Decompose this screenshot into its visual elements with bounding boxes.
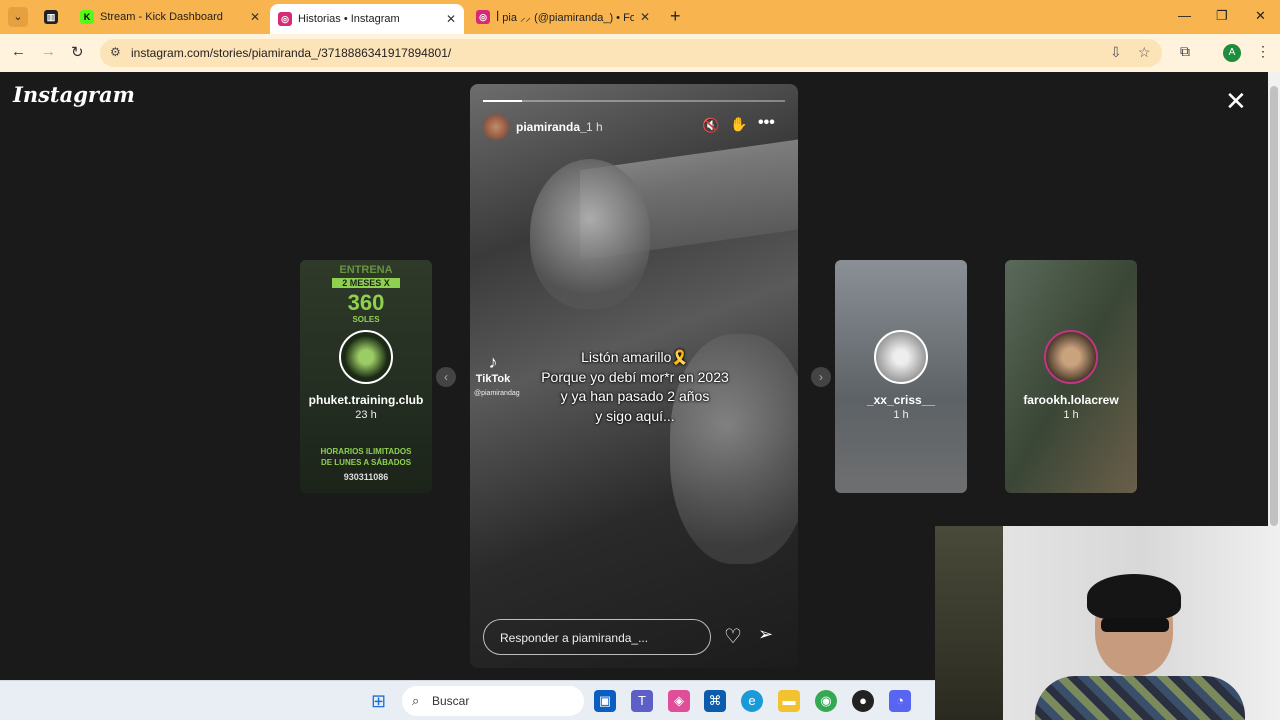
discord-icon[interactable]: ◔ [889, 690, 911, 712]
webcam-background-shelf [935, 526, 1003, 720]
search-placeholder: Buscar [432, 694, 470, 708]
screen: ⌄ ▥ K Stream - Kick Dashboard ✕ ◎ Histor… [0, 0, 1280, 720]
avatar [339, 330, 393, 384]
tab-piamiranda-profile[interactable]: ◎ ꟾ pia ⸝⸝ (@piamiranda_) • Foto ✕ [468, 4, 658, 30]
webcam-person-shirt [1035, 676, 1245, 720]
teams-icon[interactable]: T [631, 690, 653, 712]
story-photo-person [530, 159, 650, 309]
install-app-icon[interactable]: ⇩ [1110, 44, 1122, 61]
caption-line: Listón amarillo🎗️ [581, 349, 689, 365]
copilot-icon[interactable]: ◈ [668, 690, 690, 712]
app-icon: ▥ [44, 10, 58, 24]
taskbar-search[interactable]: ⌕ Buscar [402, 686, 584, 716]
poster-currency: SOLES [352, 315, 380, 324]
pause-icon[interactable]: ✋ [730, 116, 747, 133]
search-icon: ⌕ [412, 693, 420, 708]
tab-instagram-stories[interactable]: ◎ Historias • Instagram ✕ [270, 4, 464, 34]
instagram-icon: ◎ [278, 12, 292, 26]
send-icon[interactable]: ➢ [758, 624, 773, 645]
story-username: farookh.lolacrew [1023, 393, 1119, 407]
browser-tab-bar: ⌄ ▥ K Stream - Kick Dashboard ✕ ◎ Histor… [0, 0, 1280, 34]
menu-icon[interactable]: ⋮ [1256, 43, 1270, 60]
side-story-farookh[interactable]: farookh.lolacrew 1 h [1005, 260, 1137, 493]
obs-icon[interactable]: ● [852, 690, 874, 712]
extensions-icon[interactable]: ⧉ [1180, 43, 1190, 60]
poster-promo: 2 MESES X [332, 278, 400, 288]
kick-icon: K [80, 10, 94, 24]
story-caption: Listón amarillo🎗️ Porque yo debí mor*r e… [500, 348, 770, 426]
instagram-logo[interactable]: Instagram [13, 82, 135, 107]
story-username: phuket.training.club [308, 393, 424, 407]
close-stories-icon[interactable]: ✕ [1225, 88, 1247, 114]
file-explorer-icon[interactable]: ▬ [778, 690, 800, 712]
chrome-icon[interactable]: ◉ [815, 690, 837, 712]
scrollbar-thumb[interactable] [1270, 86, 1278, 526]
poster-phone: 930311086 [343, 472, 389, 482]
window-close-icon[interactable]: ✕ [1255, 8, 1266, 24]
caption-line: y sigo aquí... [595, 407, 675, 424]
site-info-icon[interactable]: ⚙ [110, 45, 121, 59]
microsoft-store-icon[interactable]: ▣ [594, 690, 616, 712]
active-story[interactable]: piamiranda_ 1 h 🔇 ✋ ••• ♪ TikTok @piamir… [470, 84, 798, 668]
avatar [874, 330, 928, 384]
windows-taskbar: ⊞ ⌕ Buscar ▣ T ◈ ⌘ e ▬ ◉ ● ◔ [0, 680, 935, 720]
caption-line: Porque yo debí mor*r en 2023 [541, 368, 729, 385]
story-author-username[interactable]: piamiranda_ [516, 120, 587, 134]
back-icon[interactable]: ← [11, 43, 26, 60]
webcam-overlay [935, 526, 1280, 720]
poster-days: DE LUNES A SÁBADOS [320, 458, 412, 467]
story-time: 1 h [1063, 409, 1079, 421]
story-time: 23 h [355, 409, 377, 421]
address-bar[interactable]: ⚙ instagram.com/stories/piamiranda_/3718… [100, 39, 1162, 67]
mute-icon[interactable]: 🔇 [702, 117, 719, 134]
edge-icon[interactable]: e [741, 690, 763, 712]
story-username: _xx_criss__ [866, 393, 936, 407]
webcam-person-hair [1087, 574, 1181, 620]
tab-close-icon[interactable]: ✕ [446, 12, 456, 26]
poster-headline: ENTRENA [339, 264, 393, 276]
like-heart-icon[interactable]: ♡ [724, 624, 742, 649]
tab-close-icon[interactable]: ✕ [250, 10, 260, 24]
side-story-xx-criss[interactable]: _xx_criss__ 1 h [835, 260, 967, 493]
next-story-arrow[interactable]: › [811, 367, 831, 387]
reload-icon[interactable]: ↻ [71, 43, 84, 61]
tab-label: Historias • Instagram [298, 13, 400, 25]
caption-line: y ya han pasado 2 años [560, 388, 710, 404]
restore-icon[interactable]: ❐ [1216, 8, 1228, 24]
story-progress-fill [483, 100, 523, 102]
story-time: 1 h [586, 120, 603, 134]
previous-story-arrow[interactable]: ‹ [436, 367, 456, 387]
tab-label: Stream - Kick Dashboard [100, 11, 223, 23]
bookmark-star-icon[interactable]: ☆ [1138, 44, 1151, 61]
new-tab-button[interactable]: + [670, 6, 681, 27]
poster-price: 360 [347, 290, 385, 315]
tab-close-icon[interactable]: ✕ [640, 10, 650, 24]
story-progress-bar [483, 100, 785, 102]
forward-icon[interactable]: → [41, 43, 56, 60]
story-time: 1 h [893, 409, 909, 421]
profile-avatar[interactable]: A [1223, 44, 1241, 62]
webcam-person-sunglasses [1101, 618, 1169, 632]
minimize-icon[interactable]: — [1178, 8, 1191, 23]
instagram-icon: ◎ [476, 10, 490, 24]
tab-label: ꟾ pia ⸝⸝ (@piamiranda_) • Foto [496, 11, 634, 24]
poster-hours: HORARIOS ILIMITADOS [320, 447, 412, 456]
reply-input[interactable]: Responder a piamiranda_... [483, 619, 711, 655]
tab-kick-dashboard[interactable]: K Stream - Kick Dashboard ✕ [72, 4, 268, 30]
visual-studio-icon[interactable]: ⌘ [704, 690, 726, 712]
avatar [1044, 330, 1098, 384]
side-story-phuket[interactable]: ENTRENA 2 MESES X 360 SOLES phuket.train… [300, 260, 432, 493]
url-text: instagram.com/stories/piamiranda_/371888… [131, 46, 452, 60]
browser-toolbar: ← → ↻ ⚙ instagram.com/stories/piamiranda… [0, 34, 1280, 72]
more-options-icon[interactable]: ••• [758, 114, 775, 132]
story-author-avatar[interactable] [483, 114, 509, 140]
reply-placeholder: Responder a piamiranda_... [500, 631, 649, 645]
tab-search-button[interactable]: ⌄ [8, 7, 28, 27]
windows-start-icon[interactable]: ⊞ [371, 691, 386, 712]
pinned-tab[interactable]: ▥ [36, 4, 70, 30]
